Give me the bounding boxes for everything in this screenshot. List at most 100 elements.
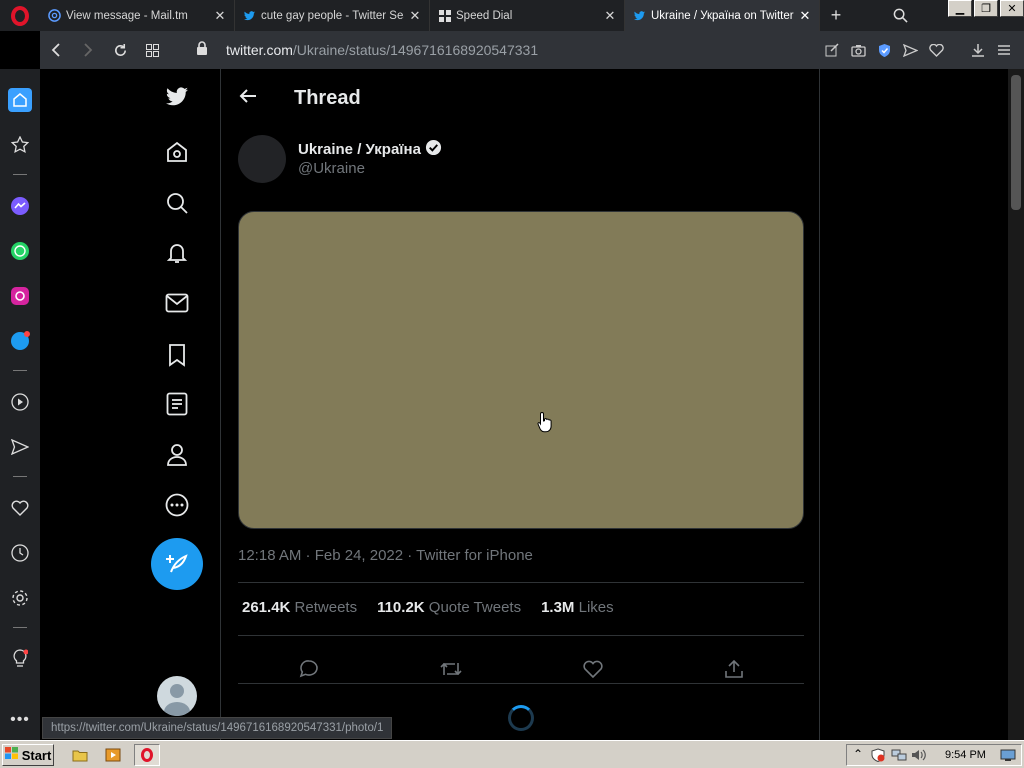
- tweet-media-image[interactable]: [238, 211, 804, 529]
- window-controls: ▁ ❐ ✕: [948, 0, 1024, 17]
- settings-gear-icon[interactable]: [8, 586, 32, 610]
- send-icon[interactable]: [900, 39, 920, 61]
- taskbar-clock[interactable]: 9:54 PM: [945, 749, 986, 761]
- sidebar-separator: [13, 174, 27, 175]
- tab-search-icon[interactable]: [889, 4, 911, 26]
- reload-button[interactable]: [104, 31, 136, 69]
- thread-column: Thread Ukraine / Україна @Ukraine 12:18 …: [221, 69, 820, 740]
- quote-tweets-stat[interactable]: 110.2K Quote Tweets: [377, 599, 521, 616]
- like-heart-icon[interactable]: [582, 660, 603, 683]
- tab-close-icon[interactable]: ✕: [799, 8, 811, 24]
- twitter-page: Thread Ukraine / Україна @Ukraine 12:18 …: [40, 69, 1008, 740]
- star-icon[interactable]: [8, 133, 32, 157]
- show-desktop-icon[interactable]: [1000, 749, 1016, 767]
- reply-icon[interactable]: [299, 659, 319, 684]
- sidebar-separator: [13, 627, 27, 628]
- feather-plus-icon: [166, 554, 188, 573]
- tab-mail[interactable]: View message - Mail.tm ✕: [40, 0, 235, 31]
- windows-logo-icon: [4, 747, 19, 763]
- vpn-shield-icon[interactable]: [874, 39, 894, 61]
- lock-icon[interactable]: [196, 41, 208, 61]
- nav-lists-icon[interactable]: [161, 388, 193, 420]
- whatsapp-icon[interactable]: [8, 239, 32, 263]
- account-avatar[interactable]: [157, 676, 197, 716]
- snapshot-camera-icon[interactable]: [848, 39, 868, 61]
- instagram-icon[interactable]: [8, 284, 32, 308]
- nav-notifications-bell-icon[interactable]: [161, 237, 193, 269]
- easy-setup-icon[interactable]: [994, 39, 1014, 61]
- network-icon[interactable]: [891, 748, 907, 767]
- tab-twitter-search[interactable]: cute gay people - Twitter Search ✕: [235, 0, 430, 31]
- url-field[interactable]: twitter.com/Ukraine/status/1496716168920…: [226, 42, 538, 58]
- nav-explore-icon[interactable]: [161, 187, 193, 219]
- stat-label: Quote Tweets: [428, 599, 522, 616]
- close-window-button[interactable]: ✕: [1000, 0, 1024, 17]
- nav-profile-icon[interactable]: [161, 439, 193, 471]
- more-icon[interactable]: •••: [8, 708, 32, 732]
- tweet-timestamp[interactable]: 12:18 AM · Feb 24, 2022 · Twitter for iP…: [238, 547, 533, 564]
- speed-dial-icon: [438, 9, 451, 22]
- back-arrow-icon[interactable]: [237, 85, 259, 112]
- tab-title: cute gay people - Twitter Search: [261, 9, 404, 22]
- stat-value: 261.4K: [242, 599, 291, 616]
- author-handle[interactable]: @Ukraine: [298, 160, 365, 177]
- restore-button[interactable]: ❐: [974, 0, 998, 17]
- tab-bar: View message - Mail.tm ✕ cute gay people…: [0, 0, 1024, 31]
- new-tab-button[interactable]: +: [820, 0, 852, 31]
- retweet-icon[interactable]: [439, 659, 462, 684]
- lightbulb-icon[interactable]: [8, 647, 32, 671]
- tab-speed-dial[interactable]: Speed Dial ✕: [430, 0, 625, 31]
- edit-icon[interactable]: [822, 39, 842, 61]
- likes-stat[interactable]: 1.3M Likes: [541, 599, 614, 616]
- nav-messages-mail-icon[interactable]: [161, 287, 193, 319]
- nav-more-icon[interactable]: [161, 489, 193, 521]
- loading-spinner-icon: [508, 705, 534, 731]
- taskbar-opera-button[interactable]: [134, 744, 160, 766]
- address-actions: [822, 39, 1014, 61]
- compose-tweet-button[interactable]: [151, 538, 203, 590]
- system-tray: ⌃ 9:54 PM: [846, 744, 1022, 766]
- scrollbar-thumb[interactable]: [1011, 75, 1021, 210]
- nav-bookmarks-icon[interactable]: [161, 339, 193, 371]
- messenger-icon[interactable]: [8, 194, 32, 218]
- media-player-icon[interactable]: [104, 746, 122, 764]
- security-alert-icon[interactable]: [871, 748, 885, 767]
- opera-menu-button[interactable]: [0, 0, 40, 31]
- forward-button[interactable]: [72, 31, 104, 69]
- twitter-sidebar-icon[interactable]: [8, 329, 32, 353]
- minimize-button[interactable]: ▁: [948, 0, 972, 17]
- explorer-folder-icon[interactable]: [71, 746, 89, 764]
- twitter-logo-icon[interactable]: [161, 81, 193, 113]
- vertical-scrollbar[interactable]: [1008, 69, 1024, 740]
- heart-icon[interactable]: [8, 496, 32, 520]
- sidebar-separator: [13, 370, 27, 371]
- separator: [952, 39, 962, 61]
- share-icon[interactable]: [724, 659, 744, 684]
- tweet-actions: [238, 647, 804, 695]
- nav-home-icon[interactable]: [161, 136, 193, 168]
- tray-expand-icon[interactable]: ⌃: [853, 747, 863, 761]
- tab-close-icon[interactable]: ✕: [604, 8, 616, 24]
- retweets-stat[interactable]: 261.4K Retweets: [242, 599, 357, 616]
- history-icon[interactable]: [8, 541, 32, 565]
- send-sidebar-icon[interactable]: [8, 435, 32, 459]
- start-label: Start: [21, 747, 52, 763]
- address-bar: twitter.com/Ukraine/status/1496716168920…: [40, 31, 1024, 69]
- tab-title: View message - Mail.tm: [66, 9, 188, 22]
- start-button[interactable]: Start: [2, 744, 54, 766]
- author-avatar[interactable]: [238, 135, 286, 183]
- home-icon[interactable]: [8, 88, 32, 112]
- player-icon[interactable]: [8, 390, 32, 414]
- heart-bookmark-icon[interactable]: [926, 39, 946, 61]
- author-display-name[interactable]: Ukraine / Україна: [298, 139, 442, 160]
- page-title: Thread: [294, 87, 361, 109]
- tab-title: Ukraine / Україна on Twitter: ": [651, 9, 794, 22]
- divider: [238, 582, 804, 583]
- download-icon[interactable]: [968, 39, 988, 61]
- tabs-grid-button[interactable]: [136, 31, 168, 69]
- tab-close-icon[interactable]: ✕: [409, 8, 421, 24]
- tab-close-icon[interactable]: ✕: [214, 8, 226, 24]
- volume-icon[interactable]: [911, 748, 927, 767]
- back-button[interactable]: [40, 31, 72, 69]
- tab-ukraine-tweet[interactable]: Ukraine / Україна on Twitter: " ✕: [625, 0, 820, 31]
